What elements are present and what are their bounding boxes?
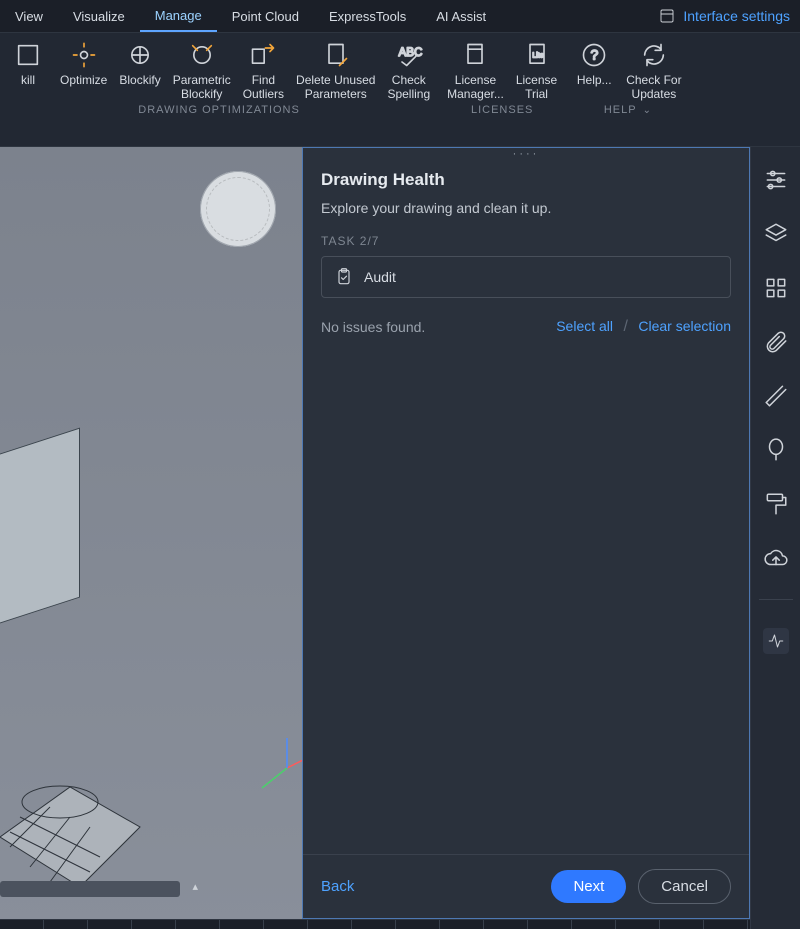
find-outliers-icon (249, 41, 277, 69)
balloon-icon[interactable] (763, 437, 789, 463)
tool-kill[interactable]: kill (2, 37, 54, 101)
svg-text:Lite: Lite (532, 52, 543, 59)
tool-delete-unused-parameters[interactable]: Delete Unused Parameters (290, 37, 381, 101)
parametric-blockify-icon (188, 41, 216, 69)
horizontal-scrollbar[interactable] (0, 881, 180, 897)
cancel-button[interactable]: Cancel (638, 869, 731, 904)
check-updates-icon (640, 41, 668, 69)
svg-text:?: ? (591, 47, 599, 63)
help-icon: ? (580, 41, 608, 69)
tool-license-manager-label: License Manager... (447, 73, 504, 101)
right-side-rail (750, 147, 800, 929)
clipboard-check-icon (334, 267, 354, 287)
license-trial-icon: Lite (523, 41, 551, 69)
paint-roller-icon[interactable] (763, 491, 789, 517)
model-shape-2 (0, 707, 150, 907)
drawing-health-panel: ···· Drawing Health Explore your drawing… (302, 147, 750, 919)
check-spelling-icon: ABC (395, 41, 423, 69)
tool-parametric-blockify[interactable]: Parametric Blockify (167, 37, 237, 101)
tool-optimize[interactable]: Optimize (54, 37, 113, 101)
group-title-licenses: Licenses (439, 101, 565, 120)
paperclip-icon[interactable] (763, 329, 789, 355)
next-button[interactable]: Next (551, 870, 626, 903)
tool-blockify[interactable]: Blockify (113, 37, 166, 101)
tool-license-manager[interactable]: License Manager... (441, 37, 510, 101)
model-shape-1 (0, 428, 80, 637)
tool-help-label: Help... (577, 73, 612, 87)
task-item-audit[interactable]: Audit (321, 256, 731, 298)
section-plane-icon[interactable] (763, 383, 789, 409)
group-title-drawing-optimizations: Drawing Optimizations (0, 101, 438, 120)
select-all-link[interactable]: Select all (556, 318, 613, 334)
status-bar (0, 919, 800, 929)
tool-find-outliers-label: Find Outliers (243, 73, 284, 101)
tool-kill-label: kill (21, 73, 35, 87)
svg-text:ABC: ABC (398, 46, 422, 59)
panel-title: Drawing Health (321, 170, 731, 190)
back-button[interactable]: Back (321, 878, 354, 895)
issues-message: No issues found. (321, 319, 425, 335)
view-compass[interactable] (200, 171, 276, 247)
clear-selection-link[interactable]: Clear selection (638, 318, 731, 334)
tab-view[interactable]: View (0, 0, 58, 32)
tool-check-spelling[interactable]: ABC Check Spelling (381, 37, 436, 101)
tool-blockify-label: Blockify (119, 73, 160, 87)
tool-check-updates[interactable]: Check For Updates (620, 37, 687, 101)
panel-subtitle: Explore your drawing and clean it up. (321, 200, 731, 216)
task-counter: TASK 2/7 (321, 234, 731, 248)
group-title-help: Help⌄ (566, 101, 689, 120)
tool-delete-unused-parameters-label: Delete Unused Parameters (296, 73, 375, 101)
tab-manage[interactable]: Manage (140, 0, 217, 32)
tab-visualize[interactable]: Visualize (58, 0, 140, 32)
tool-check-updates-label: Check For Updates (626, 73, 681, 101)
tab-ai-assist[interactable]: AI Assist (421, 0, 501, 32)
tool-parametric-blockify-label: Parametric Blockify (173, 73, 231, 101)
settings-sliders-icon[interactable] (763, 167, 789, 193)
tool-find-outliers[interactable]: Find Outliers (237, 37, 290, 101)
tab-express-tools[interactable]: ExpressTools (314, 0, 421, 32)
tool-license-trial-label: License Trial (516, 73, 557, 101)
tool-check-spelling-label: Check Spelling (387, 73, 430, 101)
drawing-viewport[interactable]: ···· Drawing Health Explore your drawing… (0, 147, 800, 929)
blockify-icon (126, 41, 154, 69)
interface-settings-button[interactable]: Interface settings (649, 0, 800, 32)
tab-point-cloud[interactable]: Point Cloud (217, 0, 314, 32)
task-label: Audit (364, 269, 396, 285)
delete-parameters-icon (322, 41, 350, 69)
tool-license-trial[interactable]: Lite License Trial (510, 37, 563, 101)
license-manager-icon (461, 41, 489, 69)
optimize-icon (70, 41, 98, 69)
kill-icon (14, 41, 42, 69)
tool-help[interactable]: ? Help... (568, 37, 620, 101)
interface-settings-label: Interface settings (683, 8, 790, 24)
cloud-upload-icon[interactable] (763, 545, 789, 571)
panel-drag-handle[interactable]: ···· (303, 148, 749, 160)
activity-icon[interactable] (763, 628, 789, 654)
grid-icon[interactable] (763, 275, 789, 301)
layers-icon[interactable] (763, 221, 789, 247)
tool-optimize-label: Optimize (60, 73, 107, 87)
interface-settings-icon (659, 8, 675, 24)
chevron-down-icon: ⌄ (643, 105, 652, 116)
